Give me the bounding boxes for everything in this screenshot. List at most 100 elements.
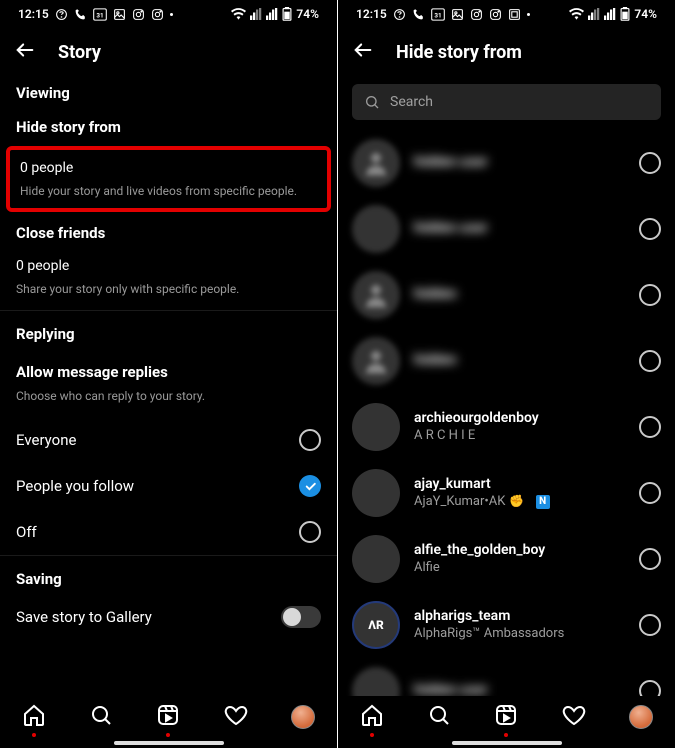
avatar (352, 205, 400, 253)
hide-story-title: Hide story from (0, 112, 337, 142)
option-people-you-follow[interactable]: People you follow (0, 463, 337, 509)
section-viewing: Viewing (0, 76, 337, 112)
select-circle-icon[interactable] (639, 548, 661, 570)
avatar (352, 337, 400, 385)
toggle-off-icon[interactable] (281, 606, 321, 628)
list-item[interactable]: archieourgoldenboy A R C H I E (352, 394, 661, 460)
home-icon[interactable] (22, 703, 46, 731)
close-friends-item[interactable]: 0 people Share your story only with spec… (0, 248, 337, 310)
user-sub: AlphaRigs™ Ambassadors (414, 626, 625, 642)
avatar (352, 667, 400, 696)
signal-icon (250, 8, 262, 20)
user-sub: Alfie (414, 560, 625, 576)
user-sub: A R C H I E (414, 428, 625, 444)
page-title: Hide story from (396, 42, 522, 63)
list-item[interactable]: ΛR alpharigs_team AlphaRigs™ Ambassadors (352, 592, 661, 658)
list-item[interactable]: ajay_kumart AjaY_Kumar•AK✊ N (352, 460, 661, 526)
dot-icon (527, 13, 530, 16)
hide-story-item[interactable]: 0 people Hide your story and live videos… (6, 146, 331, 212)
user-name: hidden user (414, 220, 625, 238)
select-circle-icon[interactable] (639, 350, 661, 372)
signal-icon (588, 8, 600, 20)
user-name: alpharigs_team (414, 608, 625, 626)
option-off[interactable]: Off (0, 509, 337, 555)
instagram-icon (470, 8, 483, 21)
list-item[interactable]: hidden (352, 262, 661, 328)
profile-avatar[interactable] (291, 705, 315, 729)
user-sub: AjaY_Kumar•AK✊ N (414, 494, 625, 510)
search-icon[interactable] (427, 703, 451, 731)
profile-avatar[interactable] (629, 705, 653, 729)
search-input[interactable]: Search (352, 84, 661, 120)
status-battery: 74% (634, 7, 657, 21)
close-friends-value: 0 people (0, 248, 337, 276)
wifi-icon (231, 8, 246, 20)
user-name: hidden user (414, 154, 625, 172)
badge-31-icon: 31 (93, 8, 107, 21)
allow-replies-title: Allow message replies (0, 353, 337, 387)
user-name: archieourgoldenboy (414, 410, 625, 428)
heart-icon[interactable] (224, 703, 248, 731)
status-time: 12:15 (356, 7, 387, 21)
avatar (352, 271, 400, 319)
section-saving: Saving (0, 555, 337, 598)
badge-31-icon: 31 (431, 8, 445, 21)
search-placeholder: Search (390, 94, 433, 110)
home-icon[interactable] (360, 703, 384, 731)
option-label: Everyone (16, 431, 76, 449)
avatar (352, 535, 400, 583)
option-label: People you follow (16, 477, 134, 495)
bottom-nav (0, 696, 337, 748)
user-name: hidden user (414, 682, 625, 696)
option-everyone[interactable]: Everyone (0, 417, 337, 463)
select-circle-icon[interactable] (639, 152, 661, 174)
header: Story (0, 28, 337, 76)
back-icon[interactable] (352, 39, 374, 65)
avatar (352, 139, 400, 187)
select-circle-icon[interactable] (639, 482, 661, 504)
heart-icon[interactable] (562, 703, 586, 731)
user-name: hidden (414, 352, 625, 370)
wifi-icon (569, 8, 584, 20)
option-label: Off (16, 523, 37, 541)
radio-selected-icon (299, 475, 321, 497)
whatsapp-icon (393, 8, 406, 21)
dot-icon (170, 13, 173, 16)
select-circle-icon[interactable] (639, 218, 661, 240)
whatsapp-icon (55, 8, 68, 21)
hide-story-sub: Hide your story and live videos from spe… (20, 178, 317, 200)
battery-icon (282, 7, 292, 21)
home-indicator (452, 741, 562, 745)
list-item[interactable]: hidden user (352, 658, 661, 696)
status-battery: 74% (296, 7, 319, 21)
select-circle-icon[interactable] (639, 416, 661, 438)
screenshot-icon (508, 8, 521, 21)
fist-emoji-icon: ✊ (509, 494, 524, 509)
list-item[interactable]: alfie_the_golden_boy Alfie (352, 526, 661, 592)
gallery-icon (113, 8, 126, 21)
signal-icon (604, 8, 616, 20)
list-item[interactable]: hidden user (352, 130, 661, 196)
user-name: hidden (414, 286, 625, 304)
instagram-icon (489, 8, 502, 21)
reels-icon[interactable] (156, 703, 180, 731)
select-circle-icon[interactable] (639, 680, 661, 696)
close-friends-sub: Share your story only with specific peop… (0, 276, 337, 310)
status-bar: 12:15 31 74% (0, 0, 337, 28)
select-circle-icon[interactable] (639, 614, 661, 636)
save-gallery-item[interactable]: Save story to Gallery (0, 598, 337, 632)
list-item[interactable]: hidden user (352, 196, 661, 262)
select-circle-icon[interactable] (639, 284, 661, 306)
radio-unselected-icon (299, 521, 321, 543)
list-item[interactable]: hidden (352, 328, 661, 394)
battery-icon (620, 7, 630, 21)
back-icon[interactable] (14, 39, 36, 65)
search-icon[interactable] (89, 703, 113, 731)
status-bar: 12:15 31 74% (338, 0, 675, 28)
svg-text:31: 31 (96, 11, 103, 19)
instagram-icon (132, 8, 145, 21)
reels-icon[interactable] (494, 703, 518, 731)
bottom-nav (338, 696, 675, 748)
allow-replies-sub: Choose who can reply to your story. (0, 387, 337, 417)
avatar: ΛR (352, 601, 400, 649)
